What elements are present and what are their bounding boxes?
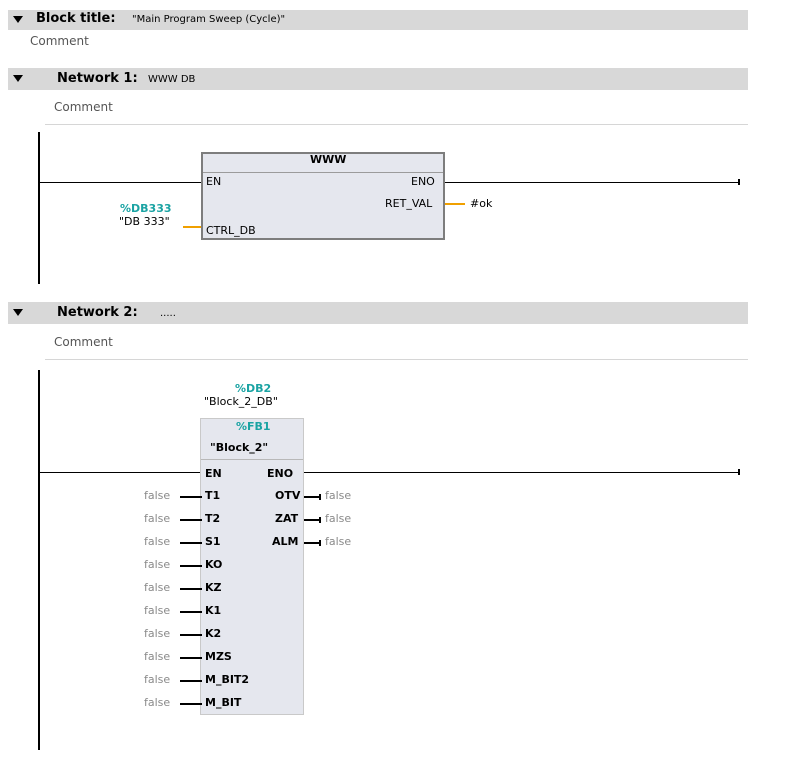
- collapse-block-title-icon[interactable]: [13, 16, 23, 23]
- output-stub-otv: [319, 494, 321, 500]
- network-2-comment-divider: [45, 359, 748, 360]
- network-2-en-wire: [40, 472, 202, 473]
- block-comment[interactable]: Comment: [30, 34, 89, 48]
- input-value-k1[interactable]: false: [144, 604, 170, 617]
- network-2-comment[interactable]: Comment: [54, 335, 113, 349]
- fb-pin-k2: K2: [205, 627, 222, 640]
- block-title-value[interactable]: "Main Program Sweep (Cycle)": [132, 14, 285, 25]
- input-wire-m-bit: [180, 703, 202, 705]
- network-2-label: Network 2:: [57, 305, 138, 320]
- input-value-ko[interactable]: false: [144, 558, 170, 571]
- block-title-label: Block title:: [36, 11, 116, 26]
- network-1-comment-divider: [45, 124, 748, 125]
- network-2-title[interactable]: .....: [160, 308, 176, 319]
- fb-pin-t1: T1: [205, 489, 221, 502]
- network-1-label: Network 1:: [57, 71, 138, 86]
- fb-pin-m-bit: M_BIT: [205, 696, 242, 709]
- input-wire-kz: [180, 588, 202, 590]
- fb-pin-eno: ENO: [267, 467, 294, 480]
- fb-pin-k1: K1: [205, 604, 222, 617]
- fb-pin-ko: KO: [205, 558, 223, 571]
- output-value-alm[interactable]: false: [325, 535, 351, 548]
- www-pin-en: EN: [206, 175, 222, 188]
- ctrl-db-address: %DB333: [120, 202, 172, 215]
- fb-address: %FB1: [236, 420, 271, 433]
- fb-pin-en: EN: [205, 467, 222, 480]
- fb-pin-kz: KZ: [205, 581, 222, 594]
- input-wire-s1: [180, 542, 202, 544]
- input-value-m-bit2[interactable]: false: [144, 673, 170, 686]
- network-1-power-rail: [38, 132, 40, 284]
- input-wire-m-bit2: [180, 680, 202, 682]
- input-wire-mzs: [180, 657, 202, 659]
- fb-name: "Block_2": [210, 441, 269, 454]
- network-1-eno-wire: [444, 182, 740, 183]
- network-1-title[interactable]: WWW DB: [148, 74, 195, 85]
- ret-val-wire: [445, 203, 465, 205]
- input-value-m-bit[interactable]: false: [144, 696, 170, 709]
- fb-pin-zat: ZAT: [275, 512, 299, 525]
- input-value-t1[interactable]: false: [144, 489, 170, 502]
- instance-db-address: %DB2: [235, 382, 272, 395]
- collapse-network-1-icon[interactable]: [13, 75, 23, 82]
- block-title-header: [8, 10, 748, 30]
- fb-pin-m-bit2: M_BIT2: [205, 673, 250, 686]
- fb-pin-s1: S1: [205, 535, 221, 548]
- output-stub-alm: [319, 540, 321, 546]
- input-wire-k1: [180, 611, 202, 613]
- input-wire-t1: [180, 496, 202, 498]
- input-value-t2[interactable]: false: [144, 512, 170, 525]
- instance-db-name[interactable]: "Block_2_DB": [204, 395, 278, 408]
- input-wire-ko: [180, 565, 202, 567]
- network-1-en-wire: [40, 182, 202, 183]
- input-value-mzs[interactable]: false: [144, 650, 170, 663]
- ctrl-db-operand[interactable]: "DB 333": [119, 215, 170, 228]
- input-value-s1[interactable]: false: [144, 535, 170, 548]
- output-value-zat[interactable]: false: [325, 512, 351, 525]
- input-wire-k2: [180, 634, 202, 636]
- output-value-otv[interactable]: false: [325, 489, 351, 502]
- www-pin-eno: ENO: [411, 175, 435, 188]
- output-wire-zat: [304, 519, 320, 521]
- collapse-network-2-icon[interactable]: [13, 309, 23, 316]
- output-wire-otv: [304, 496, 320, 498]
- www-block-title: WWW: [310, 153, 347, 166]
- network-2-eno-wire: [303, 472, 740, 473]
- ret-val-operand[interactable]: #ok: [470, 197, 492, 210]
- www-pin-ret-val: RET_VAL: [385, 197, 433, 210]
- input-wire-t2: [180, 519, 202, 521]
- network-1-end-stub: [738, 179, 740, 185]
- fb-pin-otv: OTV: [275, 489, 301, 502]
- network-2-end-stub: [738, 469, 740, 475]
- network-1-comment[interactable]: Comment: [54, 100, 113, 114]
- www-pin-ctrl-db: CTRL_DB: [206, 224, 256, 237]
- fb-pin-alm: ALM: [272, 535, 299, 548]
- input-value-kz[interactable]: false: [144, 581, 170, 594]
- input-value-k2[interactable]: false: [144, 627, 170, 640]
- fb-pin-mzs: MZS: [205, 650, 232, 663]
- fb-pin-t2: T2: [205, 512, 221, 525]
- output-stub-zat: [319, 517, 321, 523]
- output-wire-alm: [304, 542, 320, 544]
- network-2-power-rail: [38, 370, 40, 750]
- ctrl-db-wire: [183, 226, 201, 228]
